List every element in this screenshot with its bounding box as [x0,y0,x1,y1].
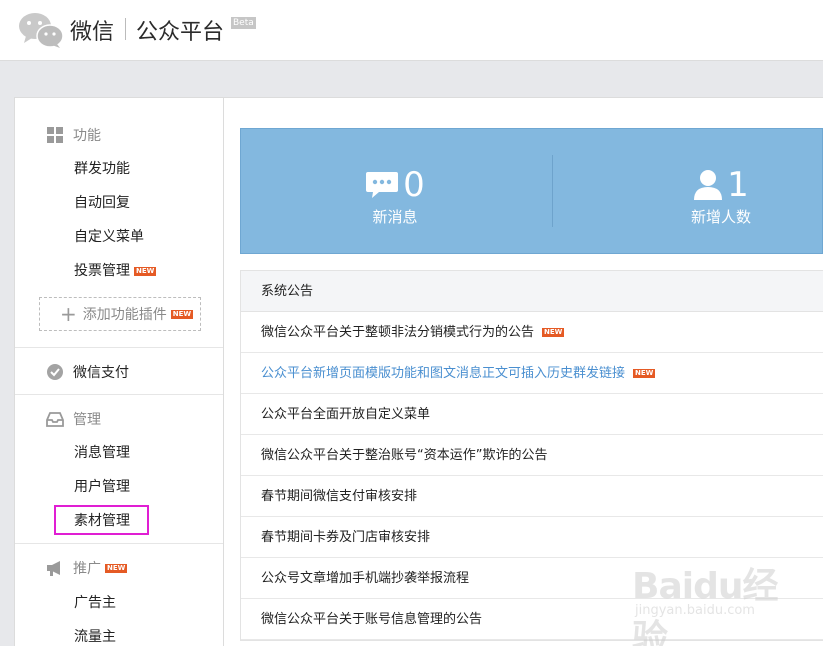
user-icon [694,170,723,200]
section-features: 功能 [46,125,101,145]
section-features-label: 功能 [73,128,101,144]
inbox-icon [46,412,64,427]
new-badge: NEW [542,328,565,337]
new-messages-label: 新消息 [372,208,418,226]
watermark: Baidu经验 jingyan.baidu.com [632,557,812,646]
new-users-label: 新增人数 [690,208,751,226]
notice-item[interactable]: 公众平台新增页面模版功能和图文消息正文可插入历史群发链接 NEW [241,353,823,394]
brand-name: 微信 [70,20,115,45]
add-plugin-label: 添加功能插件 [82,307,167,323]
notice-title: 系统公告 [241,271,823,312]
top-bar: 微信 公众平台 Beta [0,0,823,61]
sidebar-item-vote[interactable]: 投票管理 NEW [74,261,157,281]
megaphone-icon [47,561,60,576]
message-icon [366,172,399,198]
sidebar-item-vote-label: 投票管理 [74,263,130,279]
sidebar-item-advertiser[interactable]: 广告主 [74,593,116,613]
section-promote: 推广 NEW [46,558,128,578]
stat-new-messages[interactable]: 0 新消息 [335,165,455,227]
sidebar-item-payment[interactable]: 微信支付 [46,362,129,382]
sidebar-item-users[interactable]: 用户管理 [74,477,130,497]
wechat-logo-icon[interactable] [18,12,64,48]
new-badge: NEW [105,563,128,573]
highlight-box [54,505,149,535]
notice-item[interactable]: 春节期间卡券及门店审核安排 [241,517,823,558]
plus-icon: + [60,302,77,326]
beta-badge: Beta [231,17,256,29]
divider [15,543,223,544]
notice-item[interactable]: 公众平台全面开放自定义菜单 [241,394,823,435]
sidebar: 功能 群发功能 自动回复 自定义菜单 投票管理 NEW + 添加功能插件 NEW 微… [14,97,224,646]
new-messages-count: 0 [403,165,425,205]
stats-panel: 0 新消息 1 新增人数 [240,128,823,254]
section-manage-label: 管理 [73,412,101,428]
sidebar-item-publisher[interactable]: 流量主 [74,627,116,646]
payment-icon [47,364,63,380]
stats-separator [552,155,553,227]
notice-item-text: 公众平台新增页面模版功能和图文消息正文可插入历史群发链接 [261,366,626,381]
notice-item[interactable]: 春节期间微信支付审核安排 [241,476,823,517]
watermark-sub: jingyan.baidu.com [635,603,755,618]
brand-subtitle: 公众平台 [136,20,225,45]
grid-icon [47,127,63,143]
divider [15,347,223,348]
notice-item[interactable]: 微信公众平台关于整顿非法分销模式行为的公告 NEW [241,312,823,353]
divider [15,394,223,395]
sidebar-item-auto-reply[interactable]: 自动回复 [74,193,130,213]
brand-separator [125,18,126,40]
section-promote-label: 推广 [73,561,101,577]
new-badge: NEW [170,309,194,319]
sidebar-item-custom-menu[interactable]: 自定义菜单 [74,227,144,247]
notice-item-text: 微信公众平台关于整顿非法分销模式行为的公告 [261,325,535,340]
new-users-count: 1 [727,165,749,205]
watermark-main: Baidu经验 [632,566,778,646]
add-plugin-button[interactable]: + 添加功能插件 NEW [39,297,201,331]
sidebar-item-mass-send[interactable]: 群发功能 [74,159,130,179]
sidebar-item-messages[interactable]: 消息管理 [74,443,130,463]
new-badge: NEW [134,267,157,276]
new-badge: NEW [633,369,656,378]
stat-new-users[interactable]: 1 新增人数 [661,165,781,227]
sidebar-item-payment-label: 微信支付 [73,365,129,381]
section-manage: 管理 [46,409,101,429]
notice-item[interactable]: 微信公众平台关于整治账号“资本运作”欺诈的公告 [241,435,823,476]
